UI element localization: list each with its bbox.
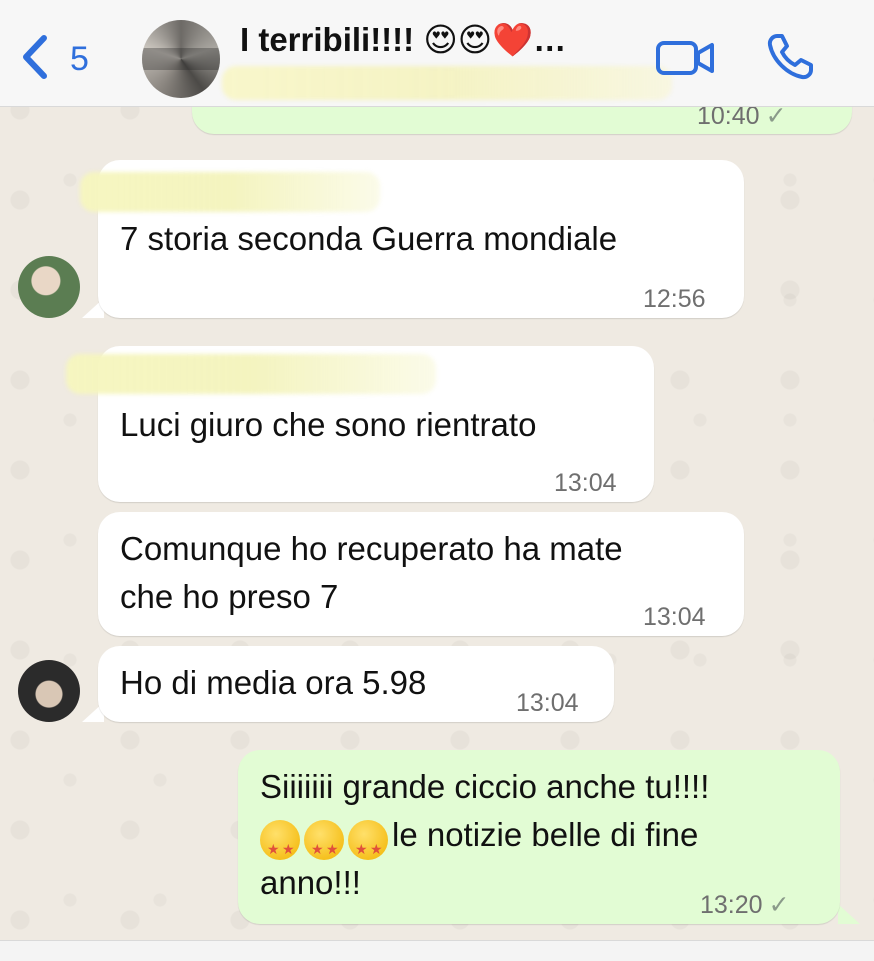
input-bar: [0, 940, 874, 961]
message-text-line: Comunque ho recuperato ha mate: [120, 530, 623, 567]
message-text-line: anno!!!: [260, 864, 361, 901]
message-time: 13:04: [554, 469, 617, 497]
star-struck-emoji-icon: [260, 814, 392, 872]
message-time: 13:20 ✓: [700, 882, 790, 928]
chat-title[interactable]: I terribili!!!! 😍😍❤️…: [240, 20, 566, 60]
video-call-icon[interactable]: [655, 38, 715, 78]
sender-avatar[interactable]: [18, 256, 80, 318]
group-avatar[interactable]: [142, 20, 220, 98]
message-text: le notizie belle di fine: [392, 816, 699, 853]
redacted-sender-name: [80, 172, 380, 212]
message-bubble[interactable]: 7 storia seconda Guerra mondiale 12:56: [80, 160, 744, 318]
message-bubble[interactable]: Comunque ho recuperato ha mate che ho pr…: [98, 512, 744, 636]
message-text-line-with-emoji: le notizie belle di fine: [260, 812, 699, 872]
chat-header: 5 I terribili!!!! 😍😍❤️…: [0, 0, 874, 107]
redacted-subtitle: [222, 66, 672, 100]
message-text-line: che ho preso 7: [120, 578, 339, 615]
sender-avatar[interactable]: [18, 660, 80, 722]
message-text: Luci giuro che sono rientrato: [120, 406, 537, 443]
bubble-tail: [838, 904, 860, 924]
message-time: 12:56: [643, 285, 706, 313]
chevron-left-icon[interactable]: [18, 34, 54, 80]
message-bubble[interactable]: Ho di media ora 5.98 13:04: [98, 646, 614, 722]
unread-count[interactable]: 5: [70, 40, 89, 79]
message-text-line: Siiiiiii grande ciccio anche tu!!!!: [260, 768, 710, 805]
redacted-sender-name: [66, 354, 436, 394]
message-bubble-outgoing[interactable]: Siiiiiii grande ciccio anche tu!!!! le n…: [238, 750, 840, 924]
sent-check-icon: ✓: [768, 891, 790, 919]
message-bubble[interactable]: Luci giuro che sono rientrato 13:04: [66, 346, 654, 502]
message-time: 13:04: [516, 689, 579, 717]
message-text: Ho di media ora 5.98: [120, 664, 427, 701]
phone-icon[interactable]: [765, 32, 815, 82]
message-text: 7 storia seconda Guerra mondiale: [120, 220, 618, 257]
message-time: 13:04: [643, 603, 706, 631]
